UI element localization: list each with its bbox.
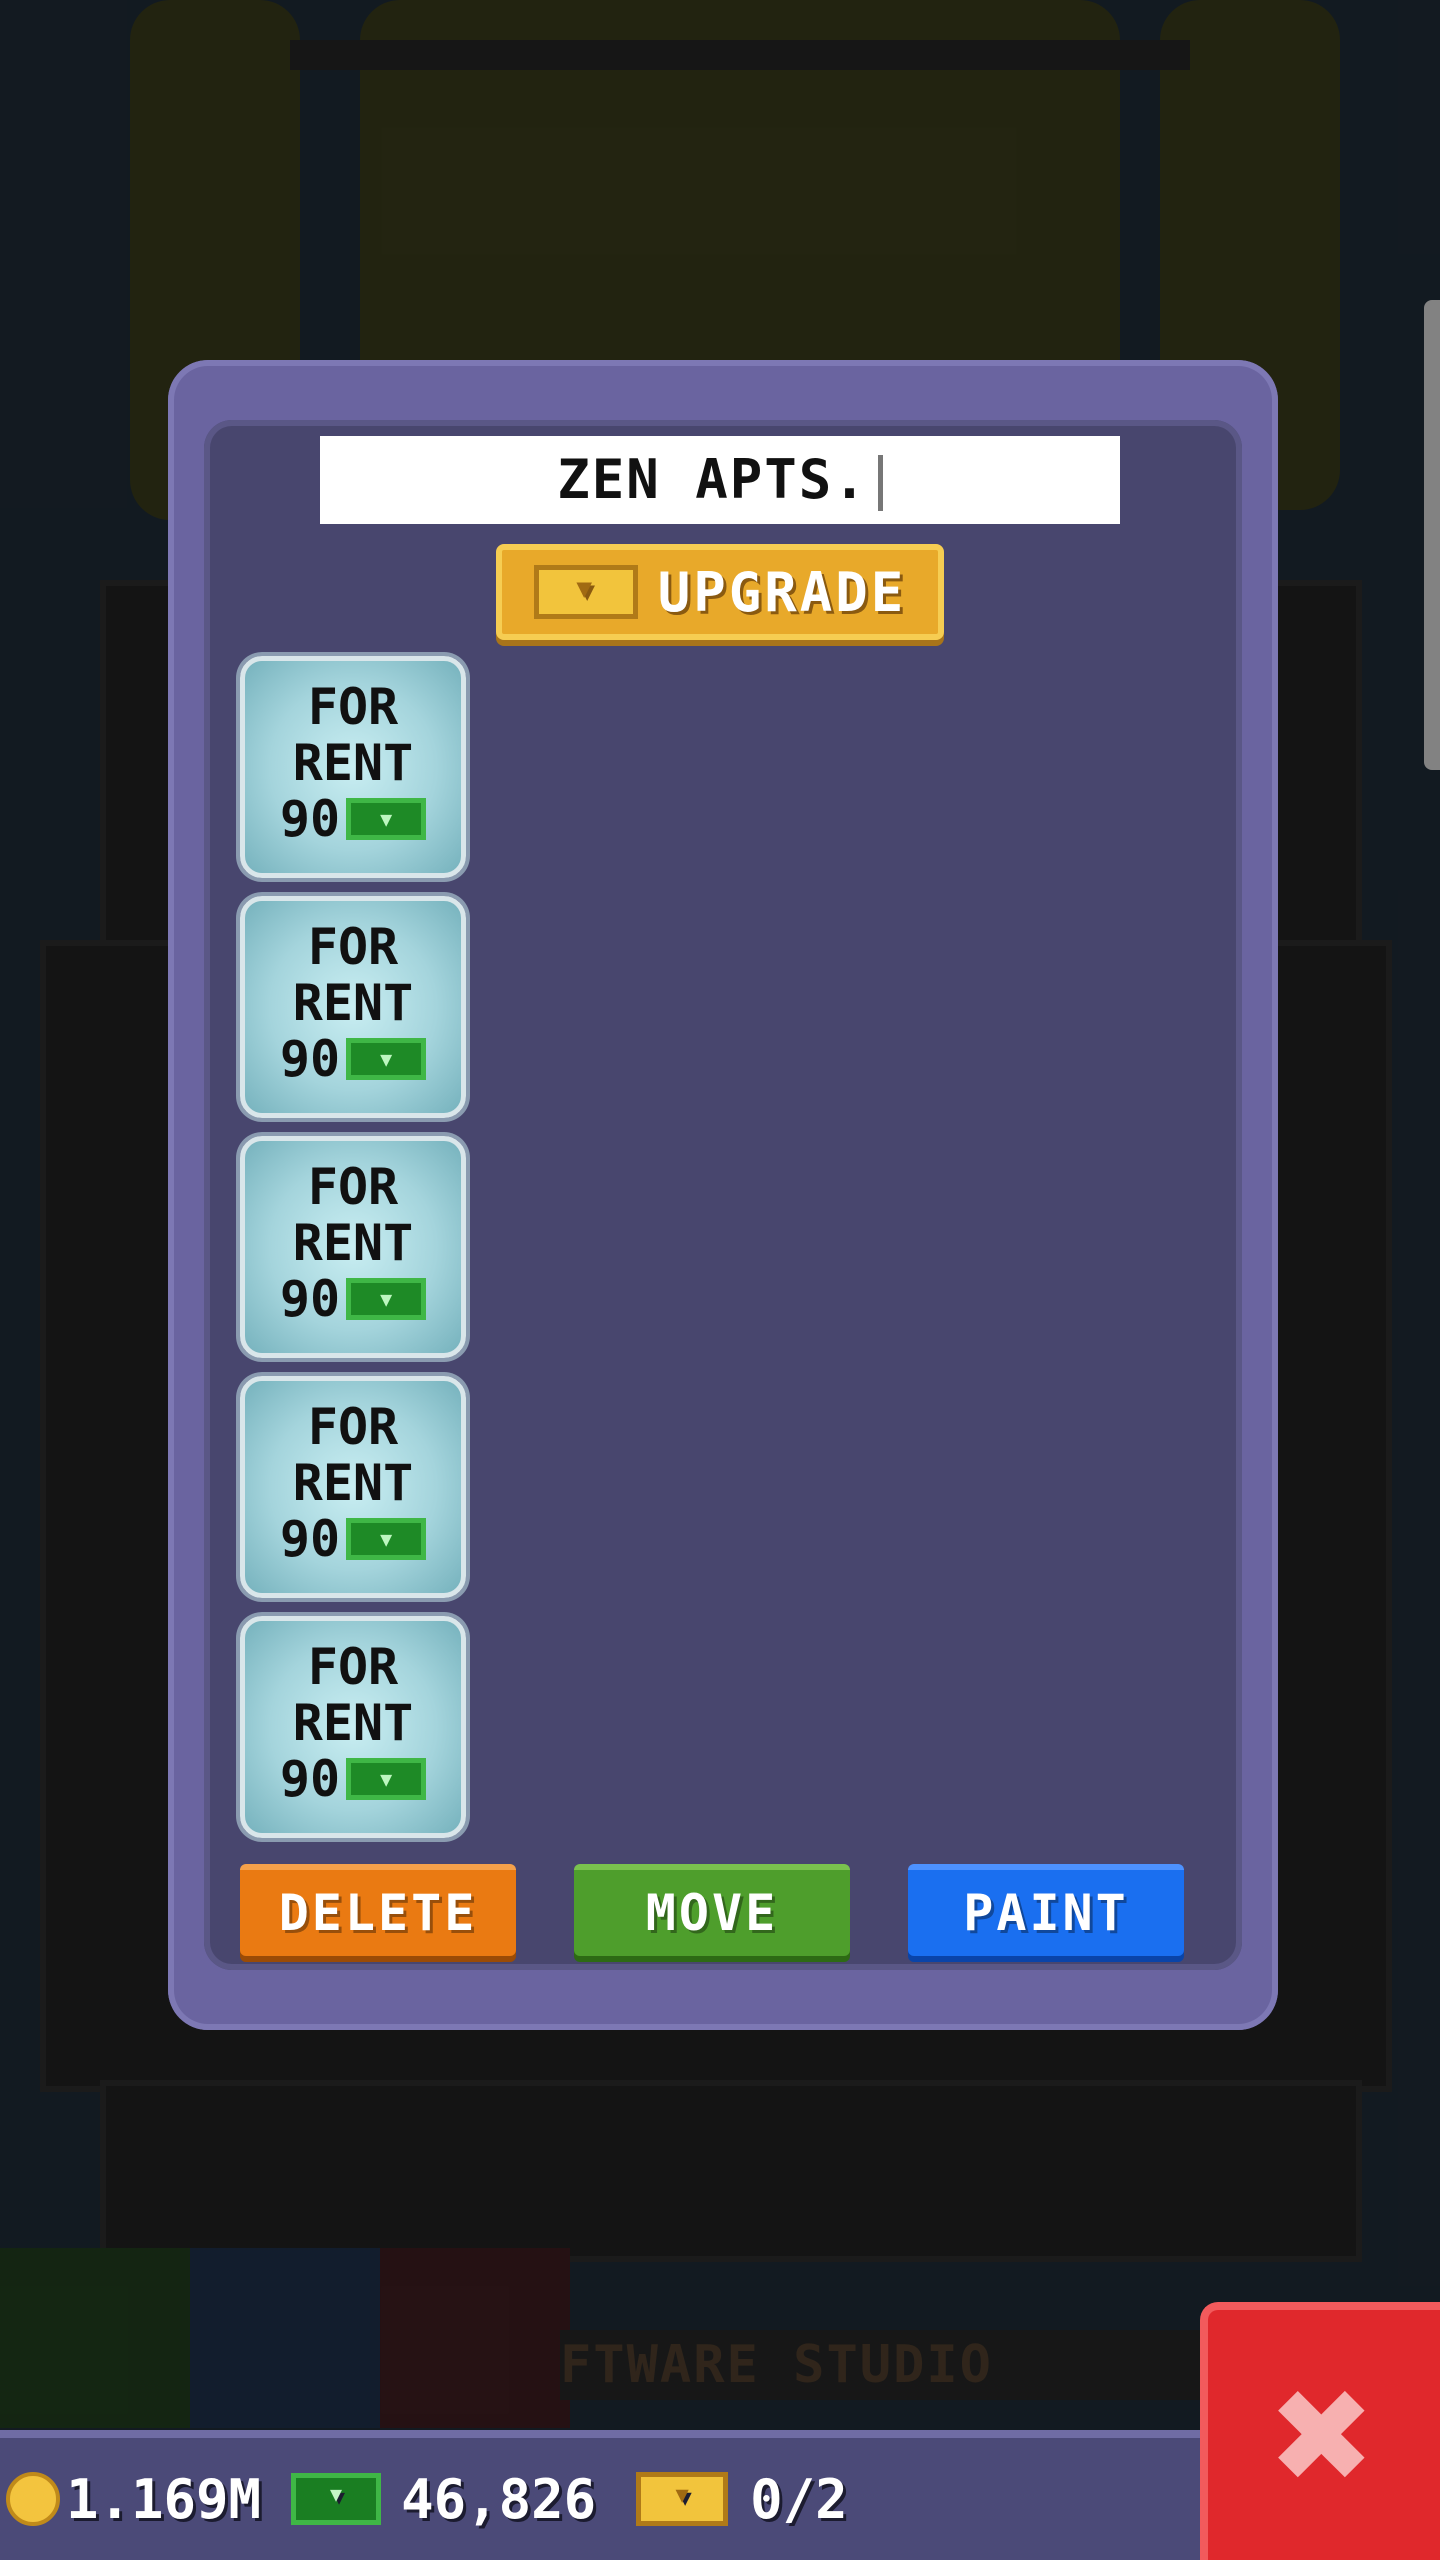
bux-count: 46,826 [401,2467,597,2531]
tower-bux-icon [346,1278,427,1320]
tower-bux-icon [346,798,427,840]
room-for-rent[interactable]: FOR RENT 90 [240,896,466,1118]
room-for-rent[interactable]: FOR RENT 90 [240,1136,466,1358]
text-caret [877,455,883,512]
room-for-rent[interactable]: FOR RENT 90 [240,1376,466,1598]
room-rent-price: 90 [279,1750,341,1808]
room-status-line1: FOR [307,918,399,976]
tower-bux-icon [291,2473,382,2525]
room-rent-price: 90 [279,1270,341,1328]
room-list: FOR RENT 90 FOR RENT 90 FOR RENT 90 FOR … [240,656,466,1856]
room-for-rent[interactable]: FOR RENT 90 [240,1616,466,1838]
room-status-line1: FOR [307,678,399,736]
move-button[interactable]: MOVE [574,1864,850,1956]
room-rent-price: 90 [279,790,341,848]
room-rent-price: 90 [279,1030,341,1088]
golden-ticket-icon [636,2472,729,2526]
paint-button[interactable]: PAINT [908,1864,1184,1956]
room-status-line1: FOR [307,1398,399,1456]
close-x-icon: ✖ [1272,2336,1376,2534]
room-status-line2: RENT [292,1214,414,1272]
room-status-line2: RENT [292,1454,414,1512]
floor-actions: DELETE MOVE PAINT [240,1864,1184,1960]
golden-ticket-icon [533,565,638,619]
coin-icon [6,2472,60,2526]
room-for-rent[interactable]: FOR RENT 90 [240,656,466,878]
delete-button[interactable]: DELETE [240,1864,516,1956]
ticket-count: 0/2 [750,2467,848,2531]
room-status-line2: RENT [292,1694,414,1752]
upgrade-button[interactable]: UPGRADE [496,544,944,640]
room-rent: 90 [245,1751,461,1807]
close-button[interactable]: ✖ [1200,2302,1440,2560]
tower-bux-icon [346,1518,427,1560]
tower-bux-icon [346,1758,427,1800]
room-status-line1: FOR [307,1158,399,1216]
upgrade-label: UPGRADE [657,560,907,624]
floor-name-text: ZEN APTS. [557,448,868,511]
room-status-line2: RENT [292,974,414,1032]
room-status-line1: FOR [307,1638,399,1696]
tower-bux-icon [346,1038,427,1080]
coin-count: 1.169M [66,2467,262,2531]
room-rent: 90 [245,1271,461,1327]
room-rent: 90 [245,1031,461,1087]
room-status-line2: RENT [292,734,414,792]
room-rent: 90 [245,1511,461,1567]
floor-name-field[interactable]: ZEN APTS. [320,436,1120,524]
room-rent-price: 90 [279,1510,341,1568]
room-rent: 90 [245,791,461,847]
